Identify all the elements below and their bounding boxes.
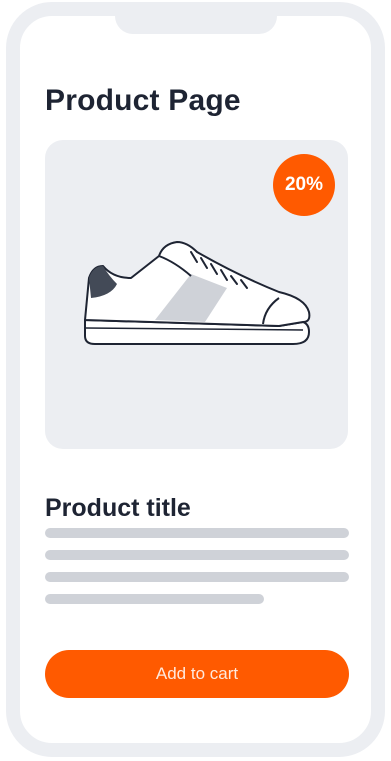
discount-badge: 20% [273, 154, 335, 216]
product-image: 20% [45, 140, 348, 449]
phone-notch [115, 2, 277, 34]
page-title: Product Page [45, 84, 241, 117]
sneaker-icon [84, 241, 311, 345]
add-to-cart-button[interactable]: Add to cart [45, 650, 349, 698]
phone-frame: Product Page 20% Product title Add to ca… [6, 2, 385, 757]
description-placeholder-line [45, 550, 349, 560]
product-title: Product title [45, 494, 191, 522]
description-placeholder-line [45, 594, 264, 604]
description-placeholder-line [45, 528, 349, 538]
description-placeholder-line [45, 572, 349, 582]
